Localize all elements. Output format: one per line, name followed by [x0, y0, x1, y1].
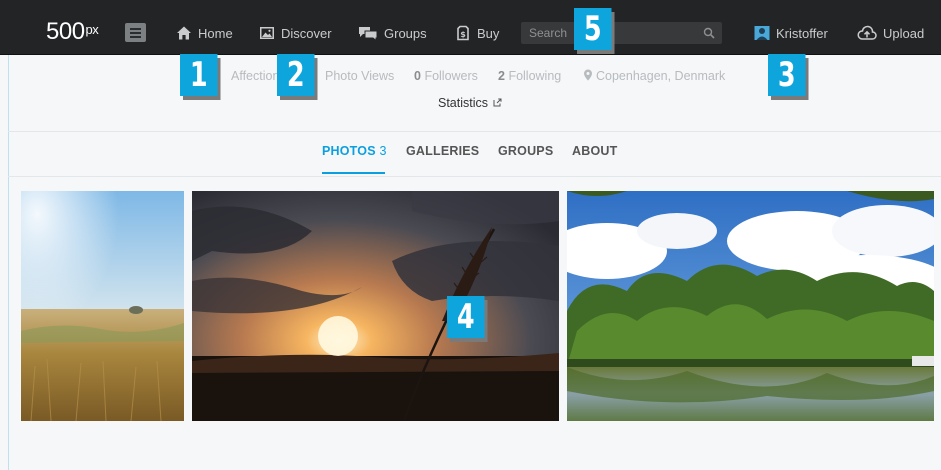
price-tag-icon: $ — [457, 25, 469, 41]
nav-groups-label: Groups — [384, 25, 427, 41]
nav-discover-label: Discover — [281, 25, 332, 41]
followers-stat[interactable]: 0 Followers — [414, 69, 478, 83]
callout-2: 2 — [277, 54, 315, 96]
tab-galleries[interactable]: GALLERIES — [406, 144, 479, 158]
magnifier-icon[interactable] — [703, 27, 715, 39]
tab-photos[interactable]: PHOTOS 3 — [322, 144, 387, 158]
photo-sunset-grass[interactable] — [192, 191, 559, 421]
user-avatar-icon — [754, 26, 770, 40]
map-pin-icon — [584, 69, 592, 81]
external-link-icon — [493, 98, 501, 107]
home-icon — [177, 26, 191, 40]
statistics-link[interactable]: Statistics — [438, 96, 502, 110]
tab-photos-label: PHOTOS — [322, 144, 376, 158]
search-input[interactable] — [521, 22, 722, 44]
tab-about[interactable]: ABOUT — [572, 144, 617, 158]
top-navigation-bar: 500px Home Discover Groups $ Buy Kristof… — [0, 0, 941, 55]
logo-500px[interactable]: 500px — [46, 18, 99, 45]
following-stat[interactable]: 2 Following — [498, 69, 561, 83]
nav-buy-label: Buy — [477, 25, 500, 41]
callout-5: 5 — [574, 8, 612, 50]
callout-4: 4 — [447, 296, 485, 338]
nav-discover[interactable]: Discover — [259, 24, 332, 42]
callout-3: 3 — [768, 54, 806, 96]
upload-button[interactable]: Upload — [857, 24, 924, 42]
statistics-label: Statistics — [438, 96, 489, 110]
divider-tabs — [8, 176, 941, 177]
tab-groups[interactable]: GROUPS — [498, 144, 553, 158]
photo-meadow[interactable] — [21, 191, 184, 421]
nav-buy[interactable]: $ Buy — [455, 24, 499, 42]
following-label: Following — [508, 69, 562, 83]
divider-top — [8, 131, 941, 132]
svg-text:$: $ — [460, 30, 466, 39]
nav-home-label: Home — [198, 25, 233, 41]
photo-views-stat: Photo Views — [325, 69, 395, 83]
logo-superscript: px — [85, 22, 99, 37]
photo-lake-trees[interactable] — [567, 191, 934, 421]
followers-label: Followers — [424, 69, 478, 83]
user-menu-kristoffer[interactable]: Kristoffer — [754, 24, 828, 42]
chat-bubbles-icon — [359, 27, 378, 41]
tab-photos-count: 3 — [379, 144, 387, 158]
nav-home[interactable]: Home — [176, 24, 233, 42]
following-count: 2 — [498, 69, 505, 83]
upload-label: Upload — [883, 25, 925, 41]
affection-stat: Affection — [231, 69, 280, 83]
followers-count: 0 — [414, 69, 421, 83]
user-name: Kristoffer — [776, 25, 828, 41]
active-tab-indicator — [322, 172, 385, 174]
menu-icon[interactable] — [125, 23, 146, 42]
left-frame-line — [8, 55, 9, 470]
callout-1: 1 — [180, 54, 218, 96]
location-text: Copenhagen, Denmark — [596, 69, 726, 83]
nav-groups[interactable]: Groups — [358, 24, 427, 42]
image-icon — [260, 27, 274, 39]
location-stat: Copenhagen, Denmark — [583, 69, 725, 83]
cloud-upload-icon — [857, 25, 877, 40]
logo-text: 500 — [46, 18, 85, 45]
